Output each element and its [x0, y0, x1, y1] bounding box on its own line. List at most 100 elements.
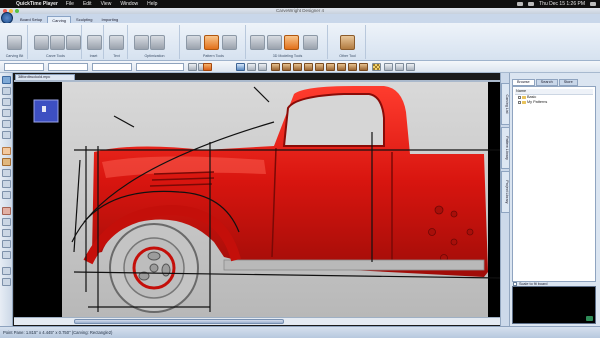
zoom-window-icon[interactable]	[15, 9, 19, 13]
wifi-icon[interactable]	[517, 2, 524, 6]
panel-tab-bar: Browse Search Store	[512, 79, 578, 86]
tab-carving[interactable]: Carving	[47, 16, 72, 23]
horizontal-scrollbar[interactable]	[14, 317, 500, 325]
arc-tool-icon[interactable]	[2, 120, 11, 128]
group-label-3d-modeling: 3D Modeling Tools	[272, 54, 303, 58]
board-view-7-icon[interactable]	[337, 63, 346, 71]
menubar-status-area: Thu Dec 15 1:26 PM	[517, 0, 596, 8]
measure-tool-icon[interactable]	[2, 147, 11, 155]
board-view-3-icon[interactable]	[293, 63, 302, 71]
zoom-select[interactable]	[4, 63, 44, 71]
cut-icon[interactable]	[203, 63, 212, 71]
board-view-6-icon[interactable]	[326, 63, 335, 71]
heightmap-icon[interactable]	[303, 35, 318, 50]
move-icon[interactable]	[247, 63, 256, 71]
paint-brush-icon[interactable]	[134, 35, 149, 50]
cab-window	[282, 93, 385, 147]
board-drawing	[14, 82, 500, 317]
menu-view[interactable]: View	[101, 1, 112, 7]
select-region-icon[interactable]	[2, 87, 11, 95]
tree-node-my-patterns-label: My Patterns	[527, 100, 548, 104]
pencil-tool-icon[interactable]	[2, 158, 11, 166]
group-label-carve-tools: Carve Tools	[46, 54, 65, 58]
board-view-8-icon[interactable]	[348, 63, 357, 71]
board-tool-icon[interactable]	[340, 35, 355, 50]
ribbon-tab-bar: Board Setup Carving Sculpting Importing	[0, 14, 600, 23]
trim-tool-icon[interactable]	[2, 229, 11, 237]
rectangle-tool-icon[interactable]	[2, 169, 11, 177]
pattern-library-panel: Browse Search Store Name Basic My Patter…	[509, 73, 600, 326]
menu-edit[interactable]: Edit	[83, 1, 92, 7]
snap-icon[interactable]	[395, 63, 404, 71]
rotate-icon[interactable]	[284, 35, 299, 50]
tab-sculpting[interactable]: Sculpting	[72, 16, 96, 23]
tree-node-my-patterns[interactable]: My Patterns	[515, 100, 593, 105]
smoothing-icon[interactable]	[150, 35, 165, 50]
mirror-icon[interactable]	[267, 35, 282, 50]
group-label-text: Text	[113, 54, 120, 58]
align-tool-icon[interactable]	[2, 267, 11, 275]
expand-icon[interactable]	[518, 96, 521, 99]
outline-icon[interactable]	[66, 35, 81, 50]
offset-tool-icon[interactable]	[2, 240, 11, 248]
inset-icon[interactable]	[87, 35, 102, 50]
battery-icon[interactable]	[528, 2, 535, 6]
polygon-tool-icon[interactable]	[2, 180, 11, 188]
running-board	[223, 259, 485, 271]
line-tool-icon[interactable]	[2, 98, 11, 106]
menu-file[interactable]: File	[66, 1, 74, 7]
pointer-tool-icon[interactable]	[2, 76, 11, 84]
panel-tab-search[interactable]: Search	[535, 79, 558, 86]
menu-app-name[interactable]: QuickTime Player	[16, 1, 58, 7]
resize-grip-icon[interactable]	[586, 316, 593, 321]
menu-window[interactable]: Window	[120, 1, 138, 7]
board-view-2-icon[interactable]	[282, 63, 291, 71]
refresh-icon[interactable]	[406, 63, 415, 71]
expand-icon[interactable]	[518, 101, 521, 104]
tab-importing[interactable]: Importing	[98, 16, 123, 23]
font-select[interactable]	[92, 63, 132, 71]
group-pattern-tools: Pattern Tools	[182, 25, 246, 59]
region-icon[interactable]	[50, 35, 65, 50]
board-view-9-icon[interactable]	[359, 63, 368, 71]
vectors-icon[interactable]	[34, 35, 49, 50]
spline-tool-icon[interactable]	[2, 131, 11, 139]
menu-help[interactable]: Help	[147, 1, 157, 7]
group-label-carving-bit: Carving Bit	[5, 54, 24, 58]
design-canvas[interactable]	[14, 82, 500, 317]
marker-glyph-icon	[42, 106, 46, 112]
zoom-fit-icon[interactable]	[384, 63, 393, 71]
pattern-tree[interactable]: Name Basic My Patterns	[512, 86, 596, 282]
select-arrow-icon[interactable]	[236, 63, 245, 71]
board-view-1-icon[interactable]	[271, 63, 280, 71]
circle-tool-icon[interactable]	[2, 109, 11, 117]
crosshair-icon[interactable]	[258, 63, 267, 71]
tab-board-setup[interactable]: Board Setup	[16, 16, 46, 23]
style-select[interactable]	[48, 63, 88, 71]
node-edit-icon[interactable]	[2, 218, 11, 226]
array-tool-icon[interactable]	[2, 251, 11, 259]
texture-preview-icon[interactable]	[372, 63, 381, 71]
size-select[interactable]	[136, 63, 184, 71]
eraser-tool-icon[interactable]	[2, 207, 11, 215]
panel-tab-browse[interactable]: Browse	[512, 79, 535, 86]
carving-bit-icon[interactable]	[7, 35, 22, 50]
spotlight-icon[interactable]	[590, 2, 596, 6]
menubar-clock[interactable]: Thu Dec 15 1:26 PM	[539, 1, 585, 7]
group-label-other-tool: Other Tool	[339, 54, 356, 58]
group-tool-icon[interactable]	[2, 278, 11, 286]
grid-icon[interactable]	[250, 35, 265, 50]
board-view-5-icon[interactable]	[315, 63, 324, 71]
text-tool-icon[interactable]	[109, 35, 124, 50]
panel-tab-store[interactable]: Store	[558, 79, 578, 86]
undo-icon[interactable]	[188, 63, 197, 71]
pattern-icon[interactable]	[186, 35, 201, 50]
left-tool-strip	[0, 73, 13, 326]
scrollbar-thumb[interactable]	[74, 319, 284, 324]
group-3d-modeling: 3D Modeling Tools	[248, 25, 328, 59]
texture-icon[interactable]	[204, 35, 219, 50]
board-view-4-icon[interactable]	[304, 63, 313, 71]
star-tool-icon[interactable]	[2, 191, 11, 199]
quick-toolbar	[0, 61, 600, 73]
emboss-icon[interactable]	[222, 35, 237, 50]
